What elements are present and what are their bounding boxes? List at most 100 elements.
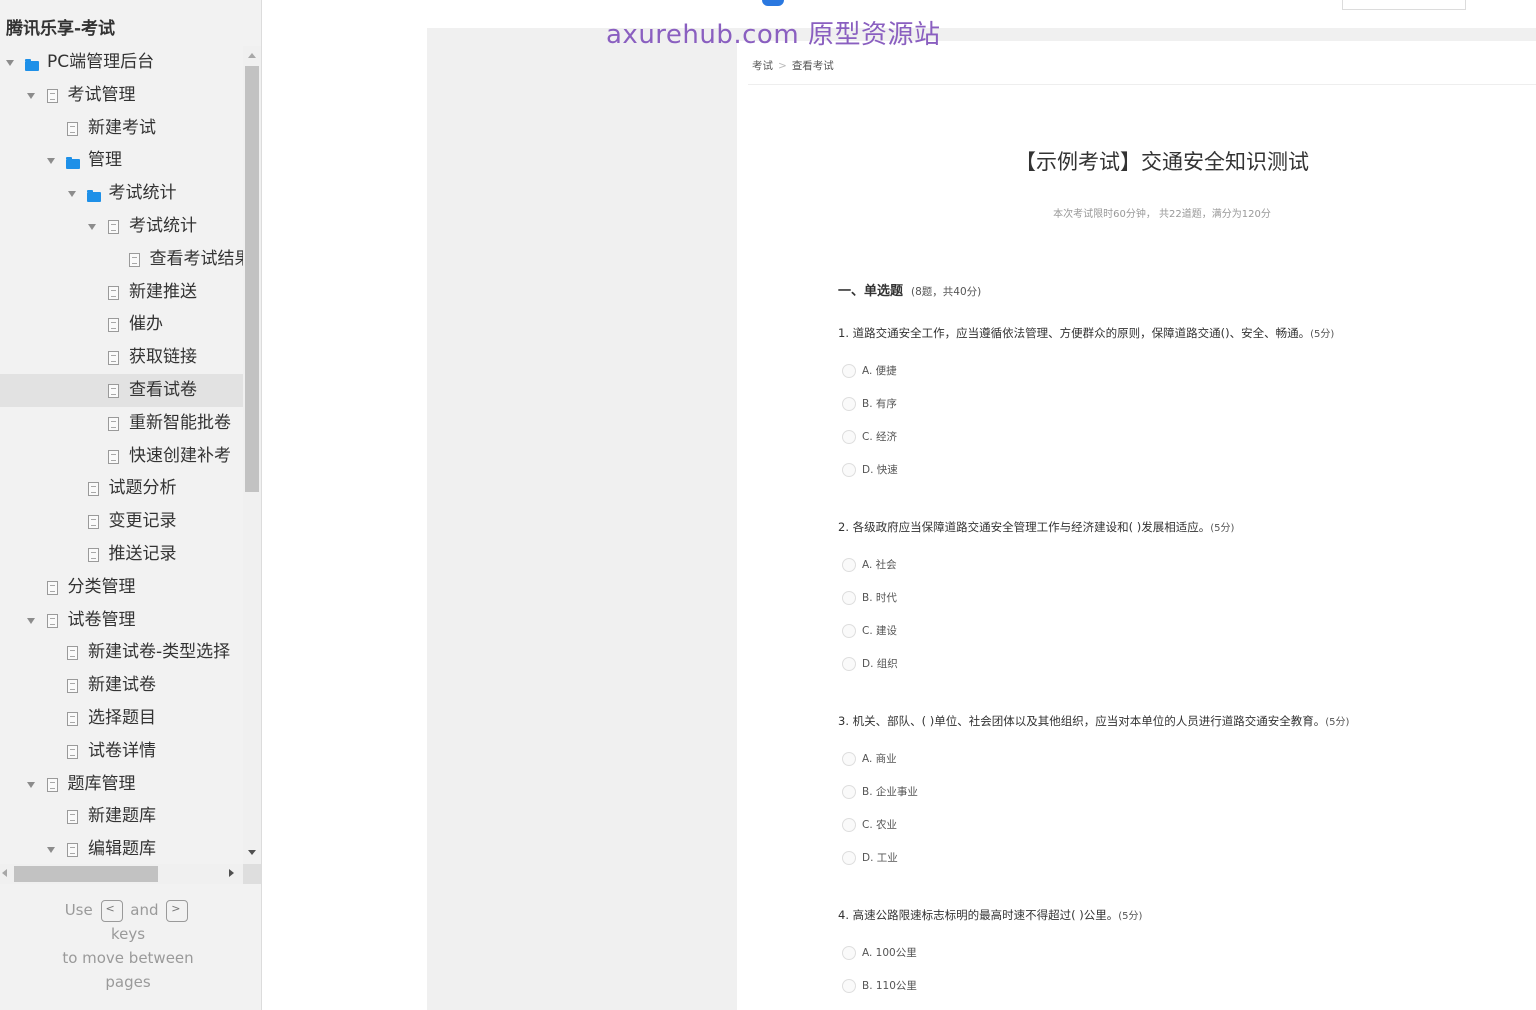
page-icon (86, 472, 102, 505)
tree-item[interactable]: 选择题目 (0, 702, 243, 735)
keyboard-hint: Use < and > keys to move between pages (0, 898, 256, 994)
tree-item-label: 获取链接 (129, 347, 197, 368)
section-heading: 一、单选题 (8题，共40分) (838, 280, 981, 299)
radio-button[interactable] (842, 397, 856, 411)
exam-title: 【示例考试】交通安全知识测试 (1015, 150, 1309, 174)
tree-horizontal-scrollbar[interactable] (0, 864, 243, 884)
tree-item-label: 重新智能批卷 (129, 412, 231, 433)
tree-item[interactable]: 试题分析 (0, 472, 243, 505)
tree-item-label: 查看试卷 (129, 379, 197, 400)
page-icon (65, 800, 81, 833)
tree-item[interactable]: PC端管理后台 (0, 46, 243, 79)
option-label: B. 时代 (862, 592, 897, 604)
radio-button[interactable] (842, 946, 856, 960)
tree-item[interactable]: 催办 (0, 308, 243, 341)
tree-item[interactable]: 获取链接 (0, 341, 243, 374)
expand-arrow-icon[interactable] (47, 833, 57, 864)
radio-button[interactable] (842, 851, 856, 865)
tree-item-label: 快速创建补考 (129, 445, 231, 466)
tree-item-label: 考试管理 (67, 84, 136, 105)
tree-item[interactable]: 分类管理 (0, 571, 243, 604)
question-stem: 1. 道路交通安全工作，应当遵循依法管理、方便群众的原则，保障道路交通()、安全… (838, 326, 1311, 340)
tree-item-label: 管理 (88, 150, 122, 171)
tree-item[interactable]: 编辑题库 (0, 833, 243, 864)
expand-arrow-icon[interactable] (6, 46, 16, 79)
tree-item[interactable]: 重新智能批卷 (0, 407, 243, 440)
tree-vertical-scrollbar[interactable] (243, 46, 261, 864)
tree-item[interactable]: 变更记录 (0, 505, 243, 538)
folder-icon (24, 46, 40, 79)
tree-item[interactable]: 新建试卷 (0, 669, 243, 702)
question-score: (5分) (1325, 717, 1350, 728)
tree-item[interactable]: 新建推送 (0, 276, 243, 309)
radio-button[interactable] (842, 979, 856, 993)
page-icon (65, 669, 81, 702)
watermark-host: axurehub.com (606, 20, 800, 50)
tree-item[interactable]: 新建考试 (0, 112, 243, 145)
folder-icon (65, 144, 81, 177)
search-input[interactable] (1342, 0, 1466, 10)
breadcrumb-item-exam[interactable]: 考试 (752, 60, 773, 72)
radio-button[interactable] (842, 364, 856, 378)
tree-item-label: 查看考试结果 (149, 248, 244, 269)
page-icon (106, 210, 122, 243)
tree-item[interactable]: 新建题库 (0, 800, 243, 833)
radio-button[interactable] (842, 785, 856, 799)
option-label: B. 有序 (862, 398, 897, 410)
scroll-thumb[interactable] (245, 66, 259, 492)
expand-arrow-icon[interactable] (26, 768, 37, 801)
tree-item[interactable]: 快速创建补考 (0, 440, 243, 473)
scroll-down-arrow-icon[interactable] (248, 850, 256, 855)
radio-button[interactable] (842, 752, 856, 766)
radio-button[interactable] (842, 430, 856, 444)
breadcrumb: 考试 > 查看考试 (752, 58, 834, 73)
question-score: (5分) (1210, 523, 1235, 534)
expand-arrow-icon[interactable] (26, 604, 37, 637)
next-key-label: > (171, 901, 181, 915)
app-logo-icon[interactable] (762, 0, 784, 6)
expand-arrow-icon[interactable] (67, 177, 78, 210)
option-label: C. 经济 (862, 431, 898, 443)
canvas-gray-background (427, 28, 737, 1010)
radio-button[interactable] (842, 463, 856, 477)
page-icon (106, 407, 122, 440)
tree-item-label: 试题分析 (108, 478, 177, 499)
expand-arrow-icon[interactable] (26, 79, 37, 112)
page-icon (106, 374, 122, 407)
page-icon (65, 833, 81, 864)
tree-item[interactable]: 查看试卷 (0, 373, 243, 407)
tree-item[interactable]: 管理 (0, 144, 243, 177)
scroll-up-arrow-icon[interactable] (248, 53, 256, 58)
breadcrumb-item-current: 查看考试 (791, 60, 834, 72)
tree-item[interactable]: 新建试卷-类型选择 (0, 636, 243, 669)
scroll-left-arrow-icon[interactable] (2, 869, 7, 877)
tree-item[interactable]: 试卷管理 (0, 604, 243, 637)
question-text: 4. 高速公路限速标志标明的最高时速不得超过( )公里。(5分) (838, 907, 1142, 923)
tree-item[interactable]: 考试统计 (0, 177, 243, 210)
radio-button[interactable] (842, 657, 856, 671)
scrollbar-corner (243, 864, 261, 884)
section-title: 一、单选题 (838, 284, 904, 299)
watermark-text: 原型资源站 (807, 20, 941, 50)
tree-item-label: 新建推送 (129, 281, 197, 302)
tree-item-label: 试卷详情 (88, 740, 156, 761)
tree-item[interactable]: 推送记录 (0, 538, 243, 571)
radio-button[interactable] (842, 558, 856, 572)
expand-arrow-icon[interactable] (88, 210, 98, 243)
radio-button[interactable] (842, 818, 856, 832)
hint-line3: pages (105, 973, 151, 991)
scroll-right-arrow-icon[interactable] (229, 869, 234, 877)
scroll-thumb-horizontal[interactable] (14, 866, 158, 882)
tree-item[interactable]: 考试管理 (0, 79, 243, 112)
sitemap-sidebar: 腾讯乐享-考试 PC端管理后台 考试管理 新建考试 管理 考试统计 考试统计 查看考试结果新… (0, 0, 262, 1010)
option-label: A. 便捷 (862, 365, 897, 377)
tree-item[interactable]: 查看考试结果 (0, 243, 243, 276)
tree-item[interactable]: 考试统计 (0, 210, 243, 243)
tree-item[interactable]: 试卷详情 (0, 735, 243, 768)
page-icon (65, 702, 81, 735)
page-icon (65, 735, 81, 768)
radio-button[interactable] (842, 624, 856, 638)
expand-arrow-icon[interactable] (47, 144, 57, 177)
radio-button[interactable] (842, 591, 856, 605)
tree-item[interactable]: 题库管理 (0, 768, 243, 801)
